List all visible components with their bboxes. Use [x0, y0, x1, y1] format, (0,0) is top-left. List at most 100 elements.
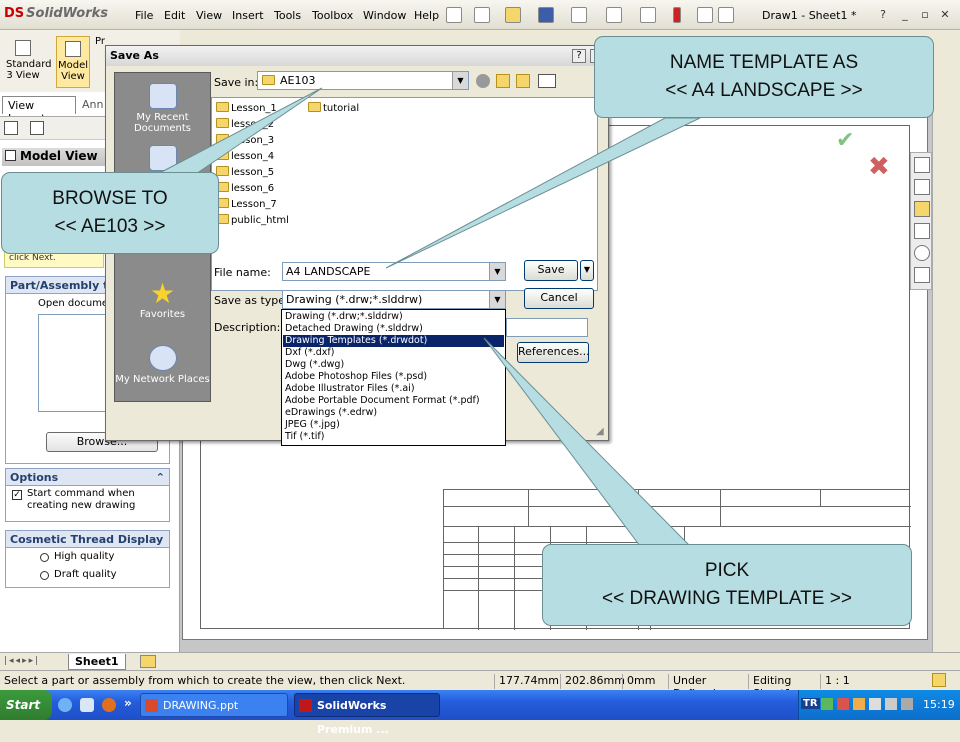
design-library-icon[interactable] — [914, 179, 930, 195]
network-icon[interactable] — [885, 698, 897, 710]
close-icon[interactable]: ✕ — [938, 8, 952, 22]
more-icon[interactable]: » — [124, 696, 132, 710]
list-item[interactable]: Adobe Illustrator Files (*.ai) — [283, 383, 504, 395]
chevron-down-icon[interactable]: ▼ — [489, 263, 505, 280]
menu-edit[interactable]: Edit — [164, 9, 185, 22]
save-as-type-dropdown-list[interactable]: Drawing (*.drw;*.slddrw) Detached Drawin… — [281, 309, 506, 446]
cancel-button[interactable]: Cancel — [524, 288, 594, 309]
appearances-icon[interactable] — [914, 245, 930, 261]
home-icon[interactable] — [914, 157, 930, 173]
new-document-icon[interactable] — [474, 7, 490, 23]
tray-icon[interactable] — [821, 698, 833, 710]
custom-properties-icon[interactable] — [914, 267, 930, 283]
media-icon[interactable] — [102, 698, 116, 712]
traffic-light-icon[interactable] — [673, 7, 681, 23]
save-button[interactable]: Save — [524, 260, 578, 281]
options-icon[interactable] — [697, 7, 713, 23]
list-item[interactable]: Detached Drawing (*.slddrw) — [283, 323, 504, 335]
menu-insert[interactable]: Insert — [232, 9, 264, 22]
save-icon[interactable] — [538, 7, 554, 23]
file-explorer-icon[interactable] — [914, 201, 930, 217]
dialog-help-icon[interactable]: ? — [572, 49, 586, 63]
tray-icon[interactable] — [901, 698, 913, 710]
list-item[interactable]: Dwg (*.dwg) — [283, 359, 504, 371]
list-item[interactable]: tutorial — [308, 102, 359, 114]
open-folder-icon[interactable] — [505, 7, 521, 23]
sheet-nav-icon[interactable]: |◂◂▸▸| — [4, 656, 40, 666]
list-item[interactable]: eDrawings (*.edrw) — [283, 407, 504, 419]
tab-annotation[interactable]: Ann — [82, 98, 103, 111]
places-recent-documents[interactable]: My Recent Documents — [115, 83, 210, 134]
list-item[interactable]: JPEG (*.jpg) — [283, 419, 504, 431]
help-question-icon[interactable]: ? — [876, 8, 890, 22]
list-item[interactable]: public_html — [216, 214, 289, 226]
list-item[interactable]: Adobe Photoshop Files (*.psd) — [283, 371, 504, 383]
file-name-input[interactable]: A4 LANDSCAPE ▼ — [282, 262, 506, 281]
save-options-arrow-icon[interactable]: ▼ — [580, 260, 594, 281]
cancel-x-icon[interactable]: ✖ — [868, 152, 890, 182]
save-in-select[interactable]: AE103 ▼ — [257, 71, 469, 90]
undo-icon[interactable] — [606, 7, 622, 23]
references-button[interactable]: References... — [517, 342, 590, 363]
taskbar-solidworks[interactable]: SolidWorks Premium ... — [294, 693, 440, 736]
ie-icon[interactable] — [58, 698, 72, 712]
menu-tools[interactable]: Tools — [274, 9, 301, 22]
add-sheet-icon[interactable] — [140, 655, 156, 668]
restore-icon[interactable]: ▫ — [918, 8, 932, 22]
list-item[interactable]: lesson_6 — [216, 182, 274, 194]
select-pointer-icon[interactable] — [640, 7, 656, 23]
quicklaunch-icon[interactable] — [80, 698, 94, 712]
language-indicator[interactable]: TR — [801, 698, 820, 709]
list-item[interactable]: Adobe Portable Document Format (*.pdf) — [283, 395, 504, 407]
draft-quality-radio[interactable] — [40, 571, 49, 580]
collapse-icon[interactable]: ⌃ — [156, 471, 165, 484]
places-favorites[interactable]: ★ Favorites — [115, 279, 210, 321]
back-icon[interactable] — [476, 74, 490, 88]
up-folder-icon[interactable] — [496, 74, 510, 88]
configuration-manager-icon[interactable] — [30, 121, 44, 135]
list-item[interactable]: Tif (*.tif) — [283, 431, 504, 443]
places-network[interactable]: My Network Places — [115, 345, 210, 385]
menu-help[interactable]: Help — [414, 9, 439, 22]
options-group-header[interactable]: Options ⌃ — [5, 468, 170, 486]
list-item[interactable]: Lesson_1 — [216, 102, 277, 114]
list-item[interactable]: lesson_5 — [216, 166, 274, 178]
confirm-check-icon[interactable]: ✔ — [836, 128, 854, 153]
start-command-checkbox[interactable]: ✓ — [12, 490, 22, 500]
menu-file[interactable]: File — [135, 9, 153, 22]
minimize-icon[interactable]: _ — [898, 8, 912, 22]
list-item[interactable]: Dxf (*.dxf) — [283, 347, 504, 359]
places-desktop[interactable] — [115, 145, 210, 175]
list-item[interactable]: lesson_4 — [216, 150, 274, 162]
list-item[interactable]: lesson_3 — [216, 134, 274, 146]
save-as-type-select[interactable]: Drawing (*.drw;*.slddrw) ▼ — [282, 290, 506, 309]
customize-icon[interactable] — [718, 7, 734, 23]
property-manager-icon[interactable] — [4, 121, 18, 135]
antivirus-icon[interactable] — [837, 698, 849, 710]
menu-toolbox[interactable]: Toolbox — [312, 9, 353, 22]
start-button[interactable]: Start — [0, 690, 52, 720]
view-palette-icon[interactable] — [914, 223, 930, 239]
status-scale[interactable]: 1 : 1 — [820, 674, 856, 689]
quick-tips-icon[interactable] — [932, 673, 946, 687]
cosmetic-thread-group-header[interactable]: Cosmetic Thread Display⌃ — [5, 530, 170, 559]
speaker-icon[interactable] — [869, 698, 881, 710]
high-quality-radio[interactable] — [40, 553, 49, 562]
tab-sheet1[interactable]: Sheet1 — [68, 654, 126, 670]
model-view-button[interactable]: Model View — [56, 36, 90, 88]
tab-view-layout[interactable]: View Layout — [2, 96, 76, 125]
list-item[interactable]: lesson_2 — [216, 118, 274, 130]
menu-window[interactable]: Window — [363, 9, 406, 22]
list-item[interactable]: Lesson_7 — [216, 198, 277, 210]
tray-icon[interactable] — [853, 698, 865, 710]
views-menu-icon[interactable] — [538, 74, 556, 88]
new-folder-icon[interactable] — [516, 74, 530, 88]
taskbar-drawing-ppt[interactable]: DRAWING.ppt — [140, 693, 288, 717]
resize-grip-icon[interactable]: ◢ — [596, 426, 608, 438]
description-input[interactable] — [506, 318, 588, 337]
chevron-down-icon[interactable]: ▼ — [452, 72, 468, 89]
menu-view[interactable]: View — [196, 9, 222, 22]
list-item-selected[interactable]: Drawing Templates (*.drwdot) — [283, 335, 504, 347]
standard-3-view-button[interactable]: Standard 3 View — [6, 36, 52, 88]
pin-icon[interactable] — [446, 7, 462, 23]
